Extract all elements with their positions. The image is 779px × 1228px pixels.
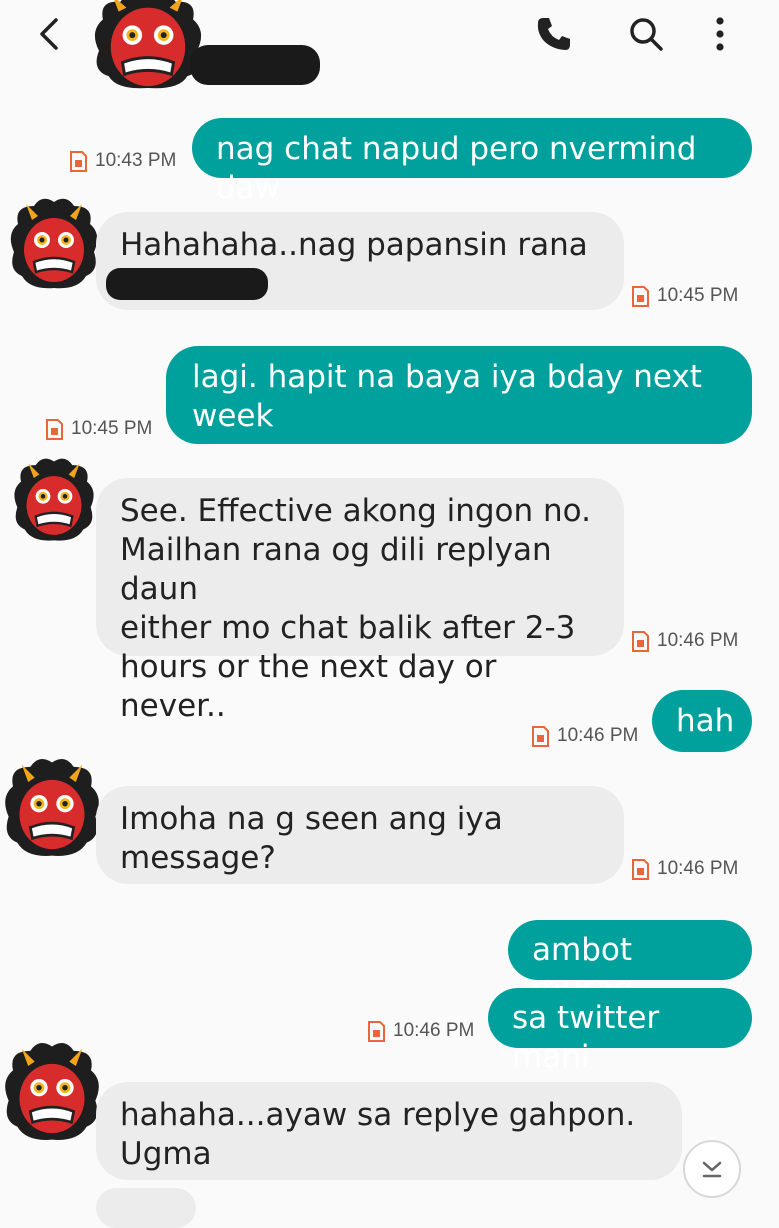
message-text: sa twitter mani xyxy=(512,1000,670,1075)
message-timestamp: 10:46 PM xyxy=(532,725,638,747)
message-text: See. Effective akong ingon no. Mailhan r… xyxy=(120,493,591,724)
chevron-down-icon xyxy=(702,1161,722,1178)
message-text: Hahahaha..nag papansin rana xyxy=(120,227,588,263)
call-button[interactable] xyxy=(534,14,574,54)
sim-card-icon xyxy=(70,150,87,172)
message-timestamp: 10:46 PM xyxy=(368,1020,474,1042)
contact-avatar xyxy=(10,198,98,289)
redacted-text xyxy=(106,268,268,300)
sim-card-icon xyxy=(632,285,649,307)
more-vert-icon xyxy=(716,17,724,51)
message-text: hah xyxy=(676,703,735,739)
search-button[interactable] xyxy=(626,14,666,54)
message-text: nag chat napud pero nvermind daw xyxy=(216,131,707,206)
sim-card-icon xyxy=(368,1020,385,1042)
message-timestamp: 10:45 PM xyxy=(632,285,738,307)
message-bubble-incoming[interactable]: Imoha na g seen ang iya message? xyxy=(96,786,624,884)
timestamp-text: 10:46 PM xyxy=(657,858,739,879)
phone-icon xyxy=(537,18,570,50)
more-options-button[interactable] xyxy=(700,14,740,54)
timestamp-text: 10:43 PM xyxy=(95,150,177,171)
message-bubble-incoming-partial xyxy=(96,1188,196,1228)
chevron-left-icon xyxy=(40,18,58,50)
redacted-contact-name xyxy=(190,45,320,85)
message-text: hahaha...ayaw sa replye gahpon. Ugma xyxy=(120,1097,636,1172)
sim-card-icon xyxy=(532,725,549,747)
message-bubble-outgoing[interactable]: lagi. hapit na baya iya bday next week xyxy=(166,346,752,444)
timestamp-text: 10:46 PM xyxy=(657,630,739,651)
timestamp-text: 10:45 PM xyxy=(71,418,153,439)
message-bubble-outgoing[interactable]: hah xyxy=(652,690,752,752)
search-icon xyxy=(630,18,663,51)
message-timestamp: 10:45 PM xyxy=(46,418,152,440)
contact-avatar xyxy=(5,759,99,856)
message-timestamp: 10:43 PM xyxy=(70,150,176,172)
message-bubble-incoming[interactable]: hahaha...ayaw sa replye gahpon. Ugma xyxy=(96,1082,682,1180)
back-button[interactable] xyxy=(30,14,70,54)
sim-card-icon xyxy=(632,858,649,880)
app-header xyxy=(0,0,779,92)
message-bubble-outgoing[interactable]: ambot murag xyxy=(508,920,752,1007)
scroll-to-bottom-button[interactable] xyxy=(683,1140,741,1198)
message-text: lagi. hapit na baya iya bday next week xyxy=(192,359,702,434)
sim-card-icon xyxy=(632,630,649,652)
message-text: Imoha na g seen ang iya message? xyxy=(120,801,503,876)
contact-avatar xyxy=(14,458,94,541)
timestamp-text: 10:46 PM xyxy=(393,1020,475,1041)
message-bubble-outgoing[interactable]: sa twitter mani xyxy=(488,988,752,1075)
contact-avatar xyxy=(5,1043,99,1140)
sim-card-icon xyxy=(46,418,63,440)
message-bubble-incoming[interactable]: See. Effective akong ingon no. Mailhan r… xyxy=(96,478,624,724)
timestamp-text: 10:45 PM xyxy=(657,285,739,306)
message-bubble-outgoing[interactable]: nag chat napud pero nvermind daw xyxy=(192,118,752,206)
contact-avatar[interactable] xyxy=(88,0,208,90)
message-timestamp: 10:46 PM xyxy=(632,858,738,880)
timestamp-text: 10:46 PM xyxy=(557,725,639,746)
message-timestamp: 10:46 PM xyxy=(632,630,738,652)
